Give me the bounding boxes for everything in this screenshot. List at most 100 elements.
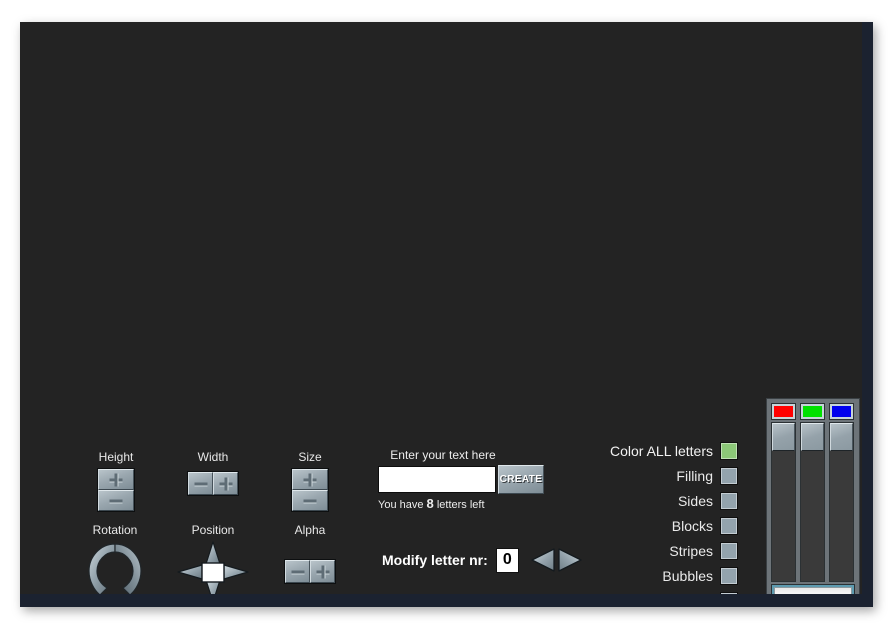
color-target-label: Blocks <box>671 517 713 534</box>
application-stage: Height Width Size Rotation Position Alph… <box>20 22 862 594</box>
control-group-height: Height <box>78 450 154 512</box>
rgb-panel-inner <box>771 403 855 594</box>
plus-icon <box>109 478 123 481</box>
color-swatch-filling[interactable] <box>720 466 738 485</box>
width-label: Width <box>197 450 229 464</box>
counter-prefix: You have <box>378 499 424 511</box>
counter-suffix: letters left <box>436 499 485 511</box>
rgb-channel-red <box>771 403 796 594</box>
plus-icon <box>219 482 232 485</box>
modify-letter-value[interactable]: 0 <box>495 547 519 573</box>
alpha-increase-button[interactable] <box>310 560 335 583</box>
text-input[interactable] <box>378 466 496 493</box>
height-increase-button[interactable] <box>98 469 134 490</box>
control-group-alpha: Alpha <box>272 523 348 584</box>
minus-icon <box>291 570 304 573</box>
color-preview-swatch <box>771 584 855 594</box>
rgb-channel-blue <box>829 403 854 594</box>
plus-icon <box>303 478 317 481</box>
blue-channel-swatch <box>829 403 854 420</box>
blue-slider-track[interactable] <box>829 422 854 582</box>
green-channel-swatch <box>800 403 825 420</box>
position-dpad-icon <box>177 541 249 594</box>
modify-letter-label: Modify letter nr: <box>382 552 488 568</box>
red-slider-thumb[interactable] <box>772 423 795 451</box>
text-entry-title: Enter your text here <box>390 448 496 462</box>
color-target-bubbles[interactable]: Bubbles <box>580 563 738 588</box>
control-group-rotation: Rotation <box>74 523 156 594</box>
color-target-all-letters[interactable]: Color ALL letters <box>580 438 738 463</box>
blue-slider-thumb[interactable] <box>830 423 853 451</box>
red-slider-track[interactable] <box>771 422 796 582</box>
text-entry-block: Enter your text here CREATE You have 8 l… <box>378 448 544 511</box>
application-root: Height Width Size Rotation Position Alph… <box>0 0 895 630</box>
control-group-position: Position <box>175 523 251 594</box>
width-stepper <box>187 471 239 496</box>
position-dpad[interactable] <box>177 541 249 594</box>
text-entry-row: CREATE <box>378 465 544 494</box>
arrow-right-icon <box>558 548 582 572</box>
rgb-slider-panel <box>766 398 860 594</box>
position-left-arrow <box>177 564 203 580</box>
color-swatch-background[interactable] <box>720 591 738 594</box>
rotation-knob[interactable] <box>84 541 146 594</box>
size-stepper <box>291 468 329 512</box>
plus-icon <box>308 473 312 486</box>
width-decrease-button[interactable] <box>188 472 213 495</box>
color-target-sides[interactable]: Sides <box>580 488 738 513</box>
position-center-button <box>201 562 225 583</box>
color-target-label: Color ALL letters <box>610 442 713 459</box>
color-swatch-all-letters[interactable] <box>720 441 738 460</box>
minus-icon <box>194 482 207 485</box>
counter-value: 8 <box>426 496 434 511</box>
plus-icon <box>224 477 227 490</box>
control-group-width: Width <box>175 450 251 496</box>
rotation-label: Rotation <box>92 523 138 537</box>
modify-letter-row: Modify letter nr: 0 <box>382 547 583 573</box>
control-group-size: Size <box>272 450 348 512</box>
letters-left-counter: You have 8 letters left <box>378 496 544 511</box>
color-target-list: Color ALL letters Filling Sides Blocks S <box>580 438 738 594</box>
color-target-label: Sides <box>677 492 713 509</box>
color-target-filling[interactable]: Filling <box>580 463 738 488</box>
previous-letter-button[interactable] <box>530 547 556 573</box>
alpha-decrease-button[interactable] <box>285 560 310 583</box>
color-target-label: Background <box>638 593 713 595</box>
width-increase-button[interactable] <box>213 472 238 495</box>
arrow-left-icon <box>531 548 555 572</box>
color-target-background[interactable]: Background <box>580 588 738 594</box>
color-swatch-blocks[interactable] <box>720 516 738 535</box>
color-target-label: Bubbles <box>662 567 713 584</box>
rgb-channel-green <box>800 403 825 594</box>
plus-icon <box>316 570 329 573</box>
height-stepper <box>97 468 135 512</box>
position-label: Position <box>191 523 235 537</box>
alpha-stepper <box>284 559 336 584</box>
green-slider-thumb[interactable] <box>801 423 824 451</box>
minus-icon <box>109 499 123 502</box>
alpha-label: Alpha <box>294 523 326 537</box>
size-increase-button[interactable] <box>292 469 328 490</box>
red-channel-swatch <box>771 403 796 420</box>
color-target-stripes[interactable]: Stripes <box>580 538 738 563</box>
position-right-arrow <box>223 564 249 580</box>
create-button[interactable]: CREATE <box>498 465 544 494</box>
rotation-knob-icon <box>88 543 142 594</box>
size-label: Size <box>298 450 322 464</box>
size-decrease-button[interactable] <box>292 490 328 511</box>
color-target-label: Filling <box>676 467 713 484</box>
color-target-blocks[interactable]: Blocks <box>580 513 738 538</box>
plus-icon <box>114 473 118 486</box>
color-swatch-sides[interactable] <box>720 491 738 510</box>
application-frame: Height Width Size Rotation Position Alph… <box>20 22 873 607</box>
next-letter-button[interactable] <box>557 547 583 573</box>
green-slider-track[interactable] <box>800 422 825 582</box>
color-swatch-bubbles[interactable] <box>720 566 738 585</box>
text-preview-canvas[interactable] <box>20 22 862 422</box>
color-swatch-stripes[interactable] <box>720 541 738 560</box>
height-label: Height <box>98 450 134 464</box>
height-decrease-button[interactable] <box>98 490 134 511</box>
minus-icon <box>303 499 317 502</box>
plus-icon <box>321 565 324 578</box>
color-target-label: Stripes <box>669 542 713 559</box>
